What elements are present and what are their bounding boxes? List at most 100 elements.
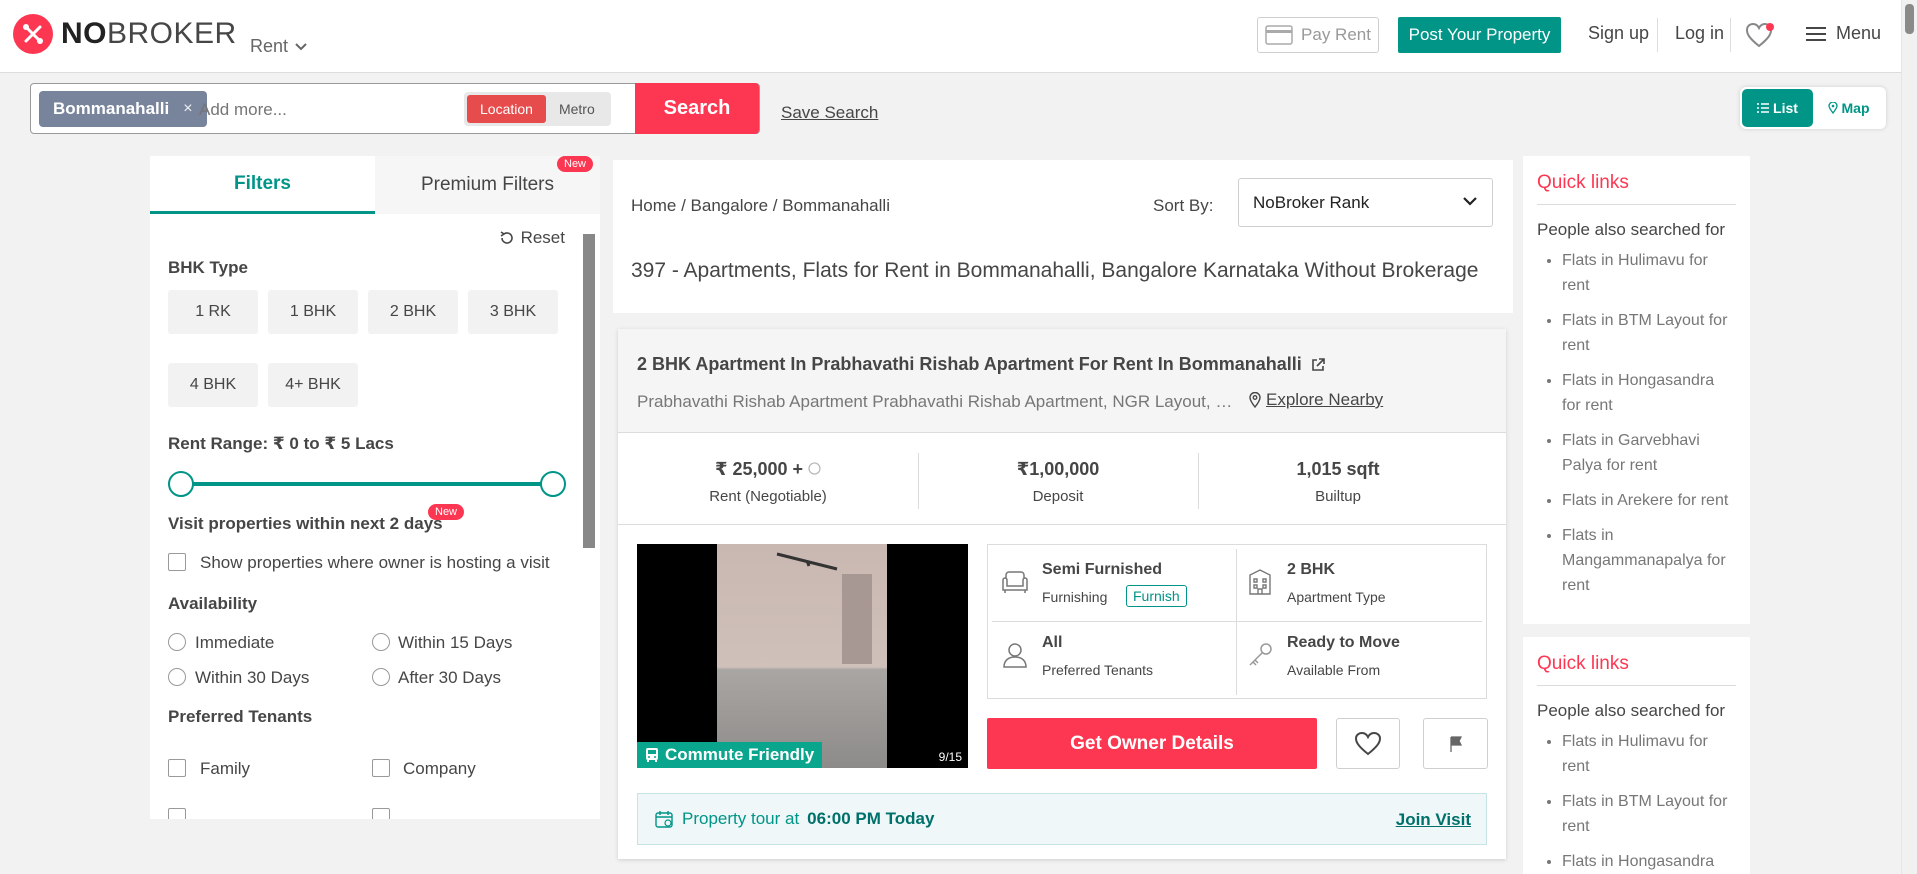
quick-links-list: Flats in Hulimavu for rent Flats in BTM …	[1537, 248, 1736, 598]
furnish-tag[interactable]: Furnish	[1126, 585, 1187, 607]
breadcrumb-bangalore[interactable]: Bangalore	[691, 196, 769, 215]
breadcrumb: Home / Bangalore / Bommanahalli	[631, 196, 890, 216]
quick-link[interactable]: Flats in Arekere for rent	[1537, 488, 1736, 513]
rent-stat: ₹ 25,000 + Rent (Negotiable)	[618, 433, 918, 525]
listing-header-card: Home / Bangalore / Bommanahalli Sort By:…	[613, 160, 1513, 313]
rent-label: Rent (Negotiable)	[709, 488, 827, 505]
toggle-location[interactable]: Location	[467, 95, 546, 123]
bhk-1rk[interactable]: 1 RK	[168, 290, 258, 334]
property-card[interactable]: 2 BHK Apartment In Prabhavathi Rishab Ap…	[618, 329, 1506, 859]
quick-link[interactable]: Flats in Hongasandra for rent	[1537, 368, 1736, 418]
logo-icon	[13, 14, 53, 54]
new-badge: New	[428, 504, 465, 520]
quick-link[interactable]: Flats in Hulimavu for rent	[1537, 729, 1736, 779]
availability-after-30-days-label: After 30 Days	[398, 668, 501, 687]
search-input[interactable]	[199, 100, 459, 120]
rent-dropdown[interactable]: Rent	[250, 36, 308, 57]
tenant-family-checkbox[interactable]	[168, 759, 186, 777]
key-icon	[1249, 643, 1272, 666]
nobroker-logo[interactable]: NOBROKER	[13, 14, 237, 54]
bus-icon	[646, 748, 658, 762]
tour-text: Property tour at	[682, 809, 800, 828]
bhk-2bhk[interactable]: 2 BHK	[368, 290, 458, 334]
heart-icon	[1354, 731, 1382, 755]
deposit-stat: ₹1,00,000 Deposit	[918, 433, 1198, 525]
tenant-checkbox[interactable]	[168, 808, 186, 819]
rent-value: ₹ 25,000 +	[618, 459, 918, 480]
logo-text: NOBROKER	[61, 17, 237, 50]
quick-link[interactable]: Flats in BTM Layout for rent	[1537, 308, 1736, 358]
pay-rent-button[interactable]: Pay Rent	[1257, 17, 1379, 53]
report-button[interactable]	[1423, 718, 1488, 769]
rent-range-label: Rent Range: ₹ 0 to ₹ 5 Lacs	[168, 434, 394, 453]
breadcrumb-bommanahalli[interactable]: Bommanahalli	[782, 196, 890, 215]
rent-range-slider[interactable]	[182, 482, 554, 486]
availability-immediate-radio[interactable]	[168, 633, 186, 651]
filters-scrollbar[interactable]	[583, 234, 595, 548]
reset-button[interactable]: Reset	[499, 228, 565, 248]
building-icon	[1249, 569, 1271, 595]
get-owner-details-button[interactable]: Get Owner Details	[987, 718, 1317, 769]
info-icon	[808, 462, 821, 475]
explore-nearby-link[interactable]: Explore Nearby	[1248, 390, 1383, 410]
sort-by-label: Sort By:	[1153, 196, 1214, 215]
sort-dropdown[interactable]: NoBroker Rank	[1238, 178, 1493, 227]
bhk-4bhk[interactable]: 4 BHK	[168, 363, 258, 407]
rent-max-handle[interactable]	[540, 471, 566, 497]
rent-min-handle[interactable]	[168, 471, 194, 497]
hosting-visit-label: Show properties where owner is hosting a…	[200, 553, 550, 572]
list-view-button[interactable]: List	[1742, 89, 1813, 127]
hosting-visit-checkbox[interactable]	[168, 553, 186, 571]
location-chip[interactable]: Bommanahalli ×	[39, 91, 207, 127]
divider	[1657, 18, 1658, 52]
chevron-down-icon	[295, 42, 307, 50]
bhk-1bhk[interactable]: 1 BHK	[268, 290, 358, 334]
amenities-grid: Semi Furnished Furnishing Furnish 2 BHK …	[987, 544, 1487, 699]
pay-rent-label: Pay Rent	[1301, 25, 1371, 44]
quick-link[interactable]: Flats in Hongasandra	[1537, 849, 1736, 874]
chip-close-icon[interactable]: ×	[183, 100, 192, 118]
preferred-tenants-value: All	[1042, 634, 1063, 651]
quick-link[interactable]: Flats in Mangammanapalya for rent	[1537, 523, 1736, 598]
property-photo[interactable]: Commute Friendly 9/15	[637, 544, 968, 768]
explore-nearby-label: Explore Nearby	[1266, 390, 1384, 409]
availability-15-days-radio[interactable]	[372, 633, 390, 651]
builtup-value: 1,015 sqft	[1296, 459, 1380, 479]
bhk-4plus-bhk[interactable]: 4+ BHK	[268, 363, 358, 407]
rent-dropdown-label: Rent	[250, 36, 289, 56]
quick-links-title: Quick links	[1537, 156, 1736, 205]
property-title-link[interactable]: 2 BHK Apartment In Prabhavathi Rishab Ap…	[637, 354, 1326, 375]
tab-filters[interactable]: Filters	[150, 156, 375, 214]
quick-link[interactable]: Flats in BTM Layout for rent	[1537, 789, 1736, 839]
page-scrollbar[interactable]	[1901, 0, 1917, 874]
log-in-link[interactable]: Log in	[1675, 23, 1724, 44]
map-view-button[interactable]: Map	[1813, 89, 1884, 127]
shortlist-button[interactable]	[1336, 718, 1400, 769]
shortlist-heart-icon[interactable]	[1745, 22, 1775, 55]
tenant-company-checkbox[interactable]	[372, 759, 390, 777]
breadcrumb-separator: /	[772, 196, 783, 215]
post-property-button[interactable]: Post Your Property	[1398, 17, 1561, 53]
availability-30-days-radio[interactable]	[168, 668, 186, 686]
search-button[interactable]: Search	[635, 83, 759, 134]
menu-button[interactable]: Menu	[1806, 23, 1881, 44]
breadcrumb-home[interactable]: Home	[631, 196, 676, 215]
furnishing-value: Semi Furnished	[1042, 561, 1163, 578]
save-search-link[interactable]: Save Search	[781, 103, 878, 123]
available-from-cell: Ready to Move Available From	[1237, 622, 1482, 695]
sign-up-link[interactable]: Sign up	[1588, 23, 1649, 44]
tenant-checkbox[interactable]	[372, 808, 390, 819]
bhk-3bhk[interactable]: 3 BHK	[468, 290, 558, 334]
availability-after-30-days-radio[interactable]	[372, 668, 390, 686]
toggle-metro[interactable]: Metro	[546, 95, 608, 123]
join-visit-link[interactable]: Join Visit	[1396, 810, 1471, 830]
quick-link[interactable]: Flats in Hulimavu for rent	[1537, 248, 1736, 298]
location-metro-toggle: Location Metro	[464, 92, 611, 126]
quick-link[interactable]: Flats in Garvebhavi Palya for rent	[1537, 428, 1736, 478]
menu-label: Menu	[1836, 23, 1882, 43]
scrollbar-thumb[interactable]	[1905, 4, 1914, 34]
credit-card-icon	[1265, 25, 1293, 45]
list-view-label: List	[1773, 100, 1798, 116]
commute-friendly-badge: Commute Friendly	[637, 742, 823, 768]
location-chip-label: Bommanahalli	[53, 99, 170, 118]
